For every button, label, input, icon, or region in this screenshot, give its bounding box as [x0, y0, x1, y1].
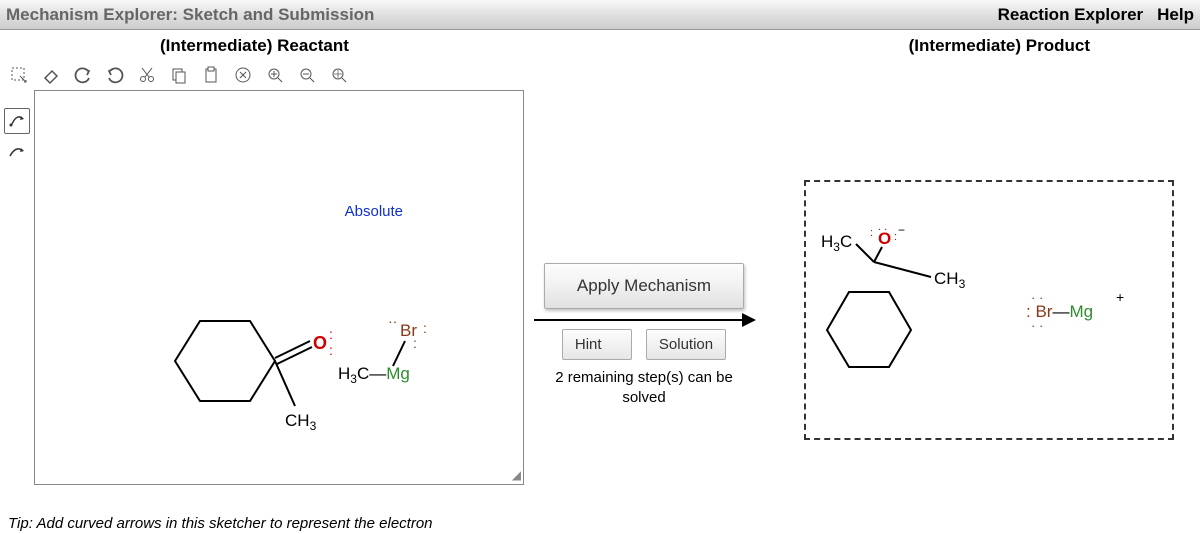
svg-text:−: − [898, 223, 905, 237]
svg-text:. .: . . [878, 222, 887, 233]
help-link[interactable]: Help [1157, 5, 1194, 25]
titlebar: Mechanism Explorer: Sketch and Submissio… [0, 0, 1200, 30]
br-lonepair2-icon: : [423, 320, 427, 336]
eraser-icon[interactable] [40, 64, 62, 86]
undo-icon[interactable] [72, 64, 94, 86]
reactant-heading: (Intermediate) Reactant [160, 36, 349, 56]
product-br-lp2-icon: · · [1031, 318, 1043, 333]
product-panel: H3C O : : . . − CH3 [804, 180, 1174, 440]
remaining-steps-text: 2 remaining step(s) can be solved [534, 368, 754, 407]
oxygen-lonepair2-icon: : [329, 342, 333, 358]
zoom-in-icon[interactable] [264, 64, 286, 86]
product-heading: (Intermediate) Product [909, 36, 1090, 56]
br-lonepair-icon: ·· [388, 313, 397, 329]
product-plus-icon: + [1116, 289, 1124, 305]
solution-button[interactable]: Solution [646, 329, 726, 360]
reaction-arrow-icon [534, 319, 754, 321]
reactant-molecule: O : : CH3 Br ·· : : H3C—Mg [155, 261, 435, 454]
h3c-mg-label: H3C—Mg [338, 364, 410, 386]
clear-icon[interactable] [232, 64, 254, 86]
paste-icon[interactable] [200, 64, 222, 86]
app-title: Mechanism Explorer: Sketch and Submissio… [6, 5, 374, 25]
svg-text::: : [894, 231, 897, 243]
select-marquee-icon[interactable] [8, 64, 30, 86]
ch3-label: CH3 [285, 411, 317, 433]
absolute-link[interactable]: Absolute [345, 203, 403, 220]
apply-mechanism-button[interactable]: Apply Mechanism [544, 263, 744, 309]
tip-text: Tip: Add curved arrows in this sketcher … [8, 515, 433, 532]
oxygen-lonepair-icon: : [329, 326, 333, 342]
reaction-explorer-link[interactable]: Reaction Explorer [998, 5, 1144, 25]
oxygen-label: O [313, 333, 327, 353]
redo-icon[interactable] [104, 64, 126, 86]
reactant-sketcher[interactable]: Absolute O : : CH3 Br ·· : : [34, 90, 524, 485]
zoom-fit-icon[interactable] [328, 64, 350, 86]
cut-icon[interactable] [136, 64, 158, 86]
hint-button[interactable]: Hint [562, 329, 632, 360]
resize-handle-icon[interactable]: ◢ [512, 468, 521, 482]
sketcher-toolbar [0, 62, 1200, 90]
br-lonepair3-icon: : [413, 335, 417, 351]
product-molecule: H3C O : : . . − CH3 [816, 222, 1166, 425]
svg-text::: : [870, 227, 873, 239]
zoom-out-icon[interactable] [296, 64, 318, 86]
copy-icon[interactable] [168, 64, 190, 86]
